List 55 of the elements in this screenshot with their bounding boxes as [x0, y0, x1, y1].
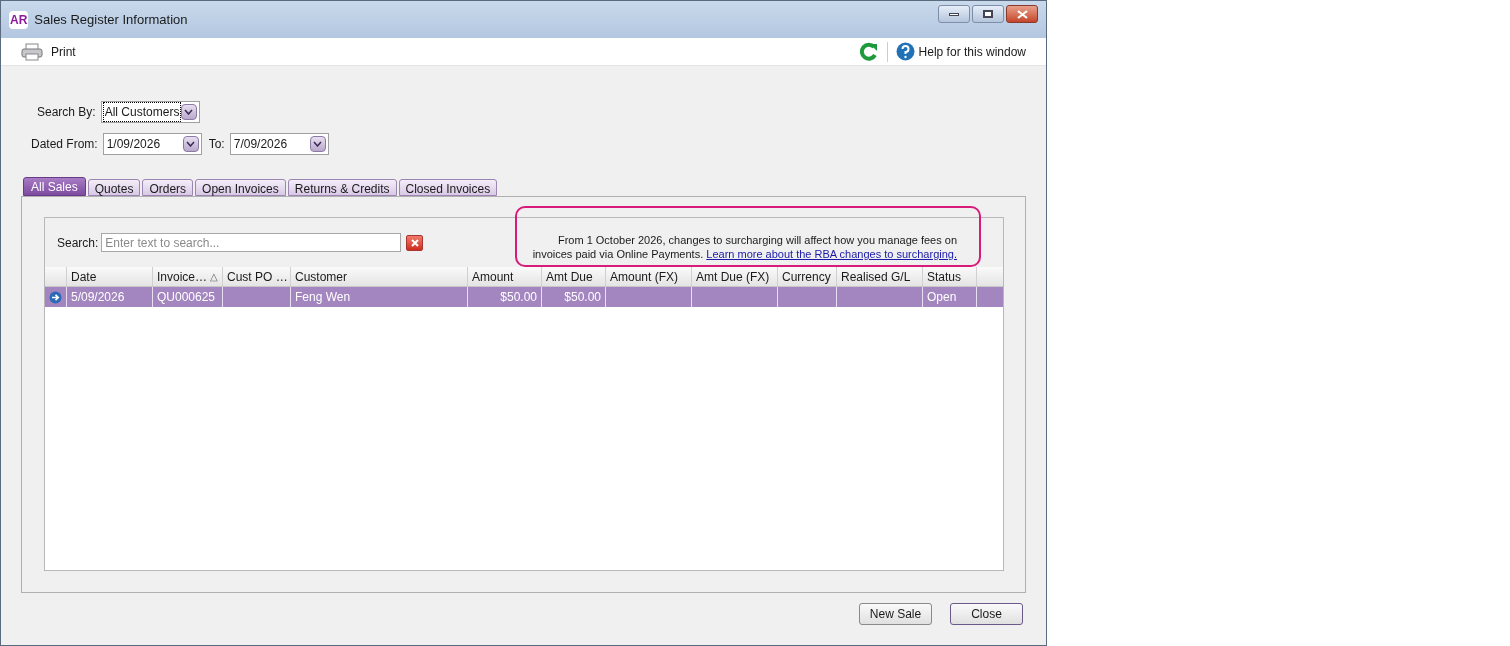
dialog-button[interactable]: New Sale: [859, 603, 932, 625]
current-row-arrow-icon: [49, 290, 62, 304]
tab[interactable]: All Sales: [23, 177, 86, 196]
table-cell-text: 5/09/2026: [71, 289, 125, 306]
help-icon: [895, 42, 915, 61]
column-header[interactable]: Date: [67, 267, 153, 286]
search-field[interactable]: Enter text to search...: [101, 233, 402, 252]
table-cell-text: $50.00: [500, 289, 537, 306]
search-label: Search:: [57, 234, 99, 252]
minimize-button[interactable]: [938, 5, 970, 23]
tab[interactable]: Open Invoices: [195, 179, 286, 196]
dated-from-label: Dated From:: [31, 136, 98, 153]
chevron-down-icon: [313, 141, 323, 147]
column-header[interactable]: Cust PO …: [223, 267, 291, 286]
column-header[interactable]: Realised G/L: [837, 267, 923, 286]
rba-surcharging-link[interactable]: Learn more about the RBA changes to surcharging.: [706, 248, 957, 260]
dialog-button[interactable]: Close: [950, 603, 1023, 625]
dropdown-button[interactable]: [309, 136, 326, 152]
clear-search-button[interactable]: [406, 234, 424, 251]
column-header[interactable]: Customer: [291, 267, 468, 286]
table-cell-text: Open: [927, 289, 957, 306]
column-header[interactable]: Amt Due: [542, 267, 606, 286]
column-header[interactable]: Invoice… △: [153, 267, 223, 286]
surcharging-notice: From 1 October 2026, changes to surcharging will affect how you manage fees on invoices paid via Online Payments. Learn more about the RBA changes to surcharging.: [531, 233, 957, 261]
dropdown-button[interactable]: [182, 136, 199, 152]
dropdown-field[interactable]: 1/09/2026: [102, 133, 202, 155]
search-by-label: Search By:: [37, 104, 96, 121]
clear-icon: [410, 238, 419, 247]
table-cell-text: $50.00: [564, 289, 601, 306]
column-header[interactable]: Amt Due (FX): [692, 267, 778, 286]
window-title: Sales Register Information: [34, 10, 188, 29]
column-header[interactable]: Amount: [468, 267, 542, 286]
sort-icon: △: [210, 269, 218, 284]
printer-icon: [21, 42, 43, 61]
dropdown-field[interactable]: 7/09/2026: [229, 133, 329, 155]
help-button[interactable]: Help for this window: [895, 42, 1026, 61]
chevron-down-icon: [186, 141, 196, 147]
dropdown-field[interactable]: All Customers: [100, 101, 200, 123]
close-window-button[interactable]: [1006, 5, 1038, 23]
table-cell-text: QU000625: [157, 289, 216, 306]
dropdown-button[interactable]: [180, 104, 197, 120]
chevron-down-icon: [184, 109, 194, 115]
tab[interactable]: Quotes: [87, 179, 141, 196]
app-badge: AR: [9, 10, 29, 29]
column-header[interactable]: Status: [923, 267, 977, 286]
tab[interactable]: Orders: [142, 179, 194, 196]
print-button[interactable]: Print: [21, 42, 76, 61]
tab[interactable]: Returns & Credits: [287, 179, 397, 196]
maximize-button[interactable]: [972, 5, 1004, 23]
column-header[interactable]: Amount (FX): [606, 267, 692, 286]
close-icon: [1016, 9, 1028, 19]
table-cell-text: Feng Wen: [295, 289, 351, 306]
to-label: To:: [208, 136, 225, 153]
tab[interactable]: Closed Invoices: [398, 179, 498, 196]
column-header[interactable]: Currency: [778, 267, 837, 286]
